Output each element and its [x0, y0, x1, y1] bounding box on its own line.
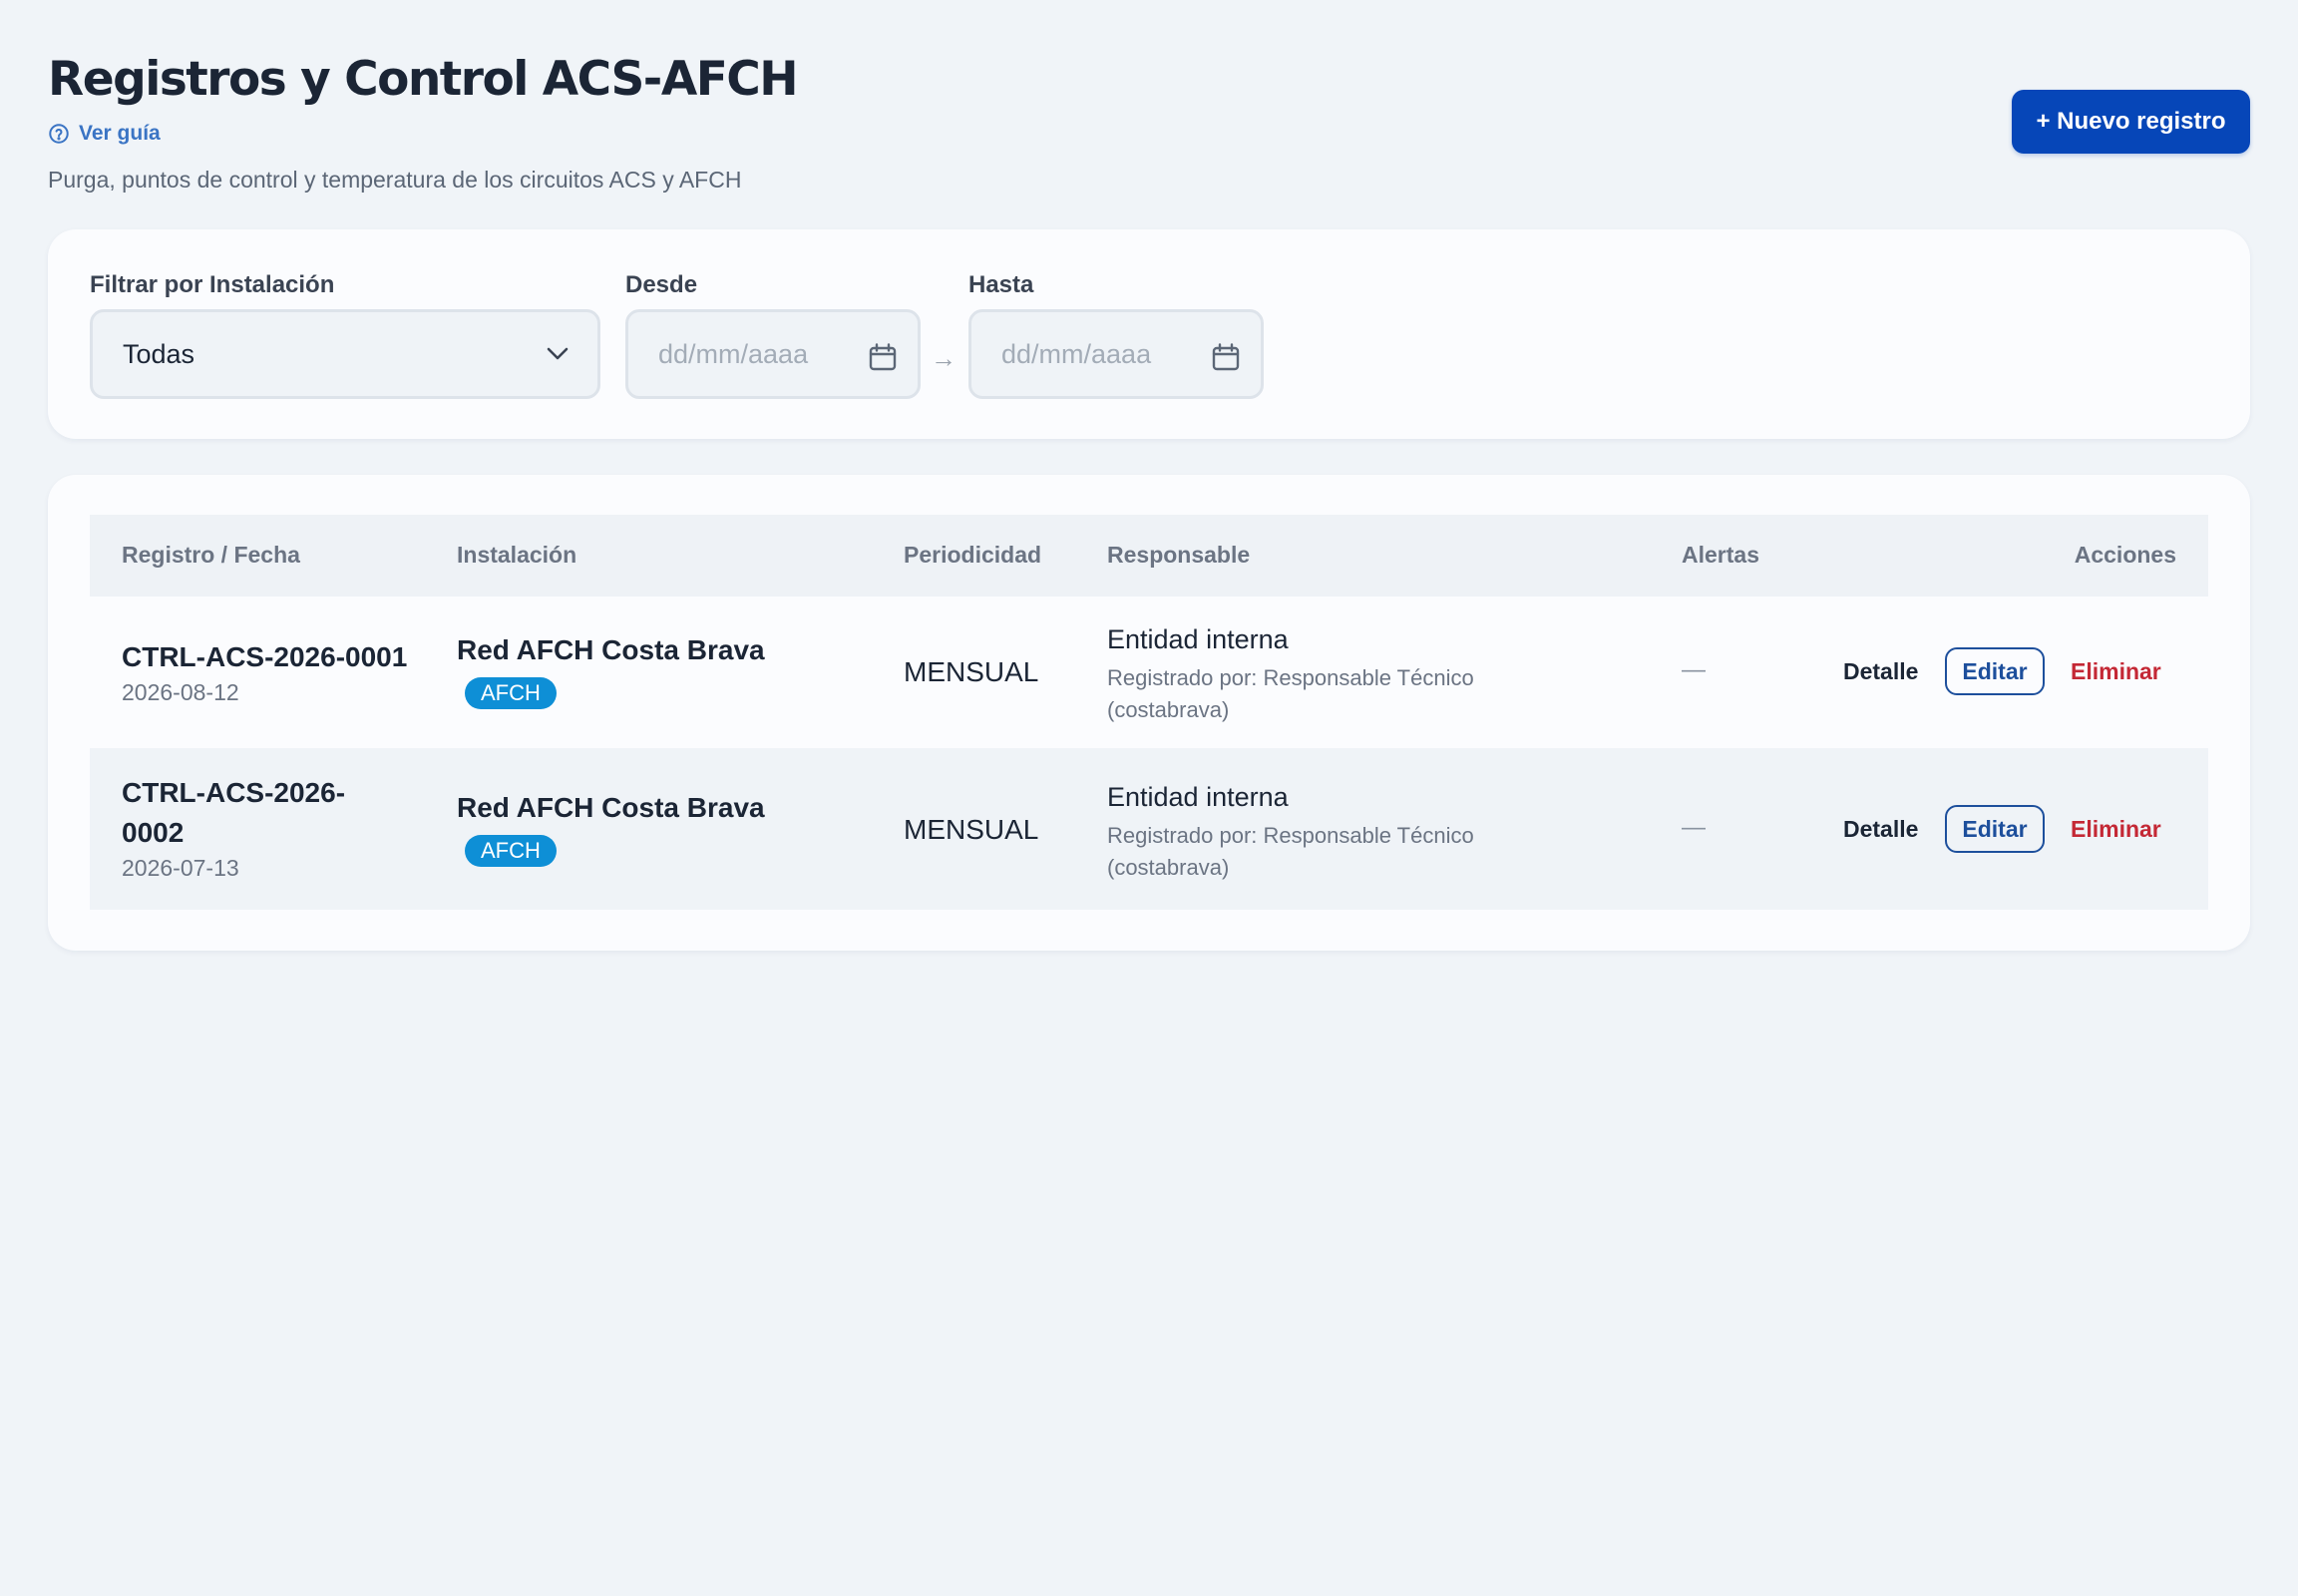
from-date-label: Desde	[625, 271, 698, 298]
calendar-icon[interactable]	[868, 342, 898, 372]
installation-filter-label: Filtrar por Instalación	[90, 271, 335, 298]
alerts-value: —	[1682, 814, 1706, 841]
date-range-arrow: →	[931, 343, 957, 373]
responsible-entity: Entidad interna	[1107, 624, 1289, 654]
registered-by: Registrado por: Responsable Técnico (cos…	[1107, 665, 1474, 722]
periodicity: MENSUAL	[904, 656, 1039, 687]
column-header-responsible: Responsable	[1107, 542, 1251, 568]
circuit-badge: AFCH	[465, 677, 557, 709]
periodicity: MENSUAL	[904, 814, 1039, 845]
responsible-entity: Entidad interna	[1107, 782, 1289, 812]
from-date-placeholder: dd/mm/aaaa	[658, 338, 809, 369]
calendar-icon[interactable]	[1211, 342, 1241, 372]
table-row: CTRL-ACS-2026-0001 2026-08-12 Red AFCH C…	[90, 597, 2208, 748]
page-title: Registros y Control ACS-AFCH	[48, 52, 799, 107]
record-date: 2026-08-12	[122, 679, 239, 705]
detail-button[interactable]: Detalle	[1843, 658, 1918, 685]
column-header-periodicity: Periodicidad	[904, 542, 1042, 568]
record-date: 2026-07-13	[122, 855, 239, 881]
registered-by: Registrado por: Responsable Técnico (cos…	[1107, 823, 1474, 880]
circuit-badge: AFCH	[465, 835, 557, 867]
page-subtitle: Purga, puntos de control y temperatura d…	[48, 167, 742, 193]
help-circle-icon	[49, 124, 69, 144]
edit-button[interactable]: Editar	[1945, 805, 2045, 853]
installation-name: Red AFCH Costa Brava	[457, 792, 765, 823]
guide-link-label: Ver guía	[79, 122, 161, 145]
record-code-line: 0002	[122, 817, 185, 848]
edit-button[interactable]: Editar	[1945, 647, 2045, 695]
column-header-installation: Instalación	[457, 542, 577, 568]
column-header-record: Registro / Fecha	[122, 542, 300, 568]
delete-button[interactable]: Eliminar	[2071, 658, 2161, 685]
installation-name: Red AFCH Costa Brava	[457, 634, 765, 665]
alerts-value: —	[1682, 656, 1706, 683]
record-code-line: CTRL-ACS-2026-0001	[122, 641, 408, 672]
record-code: CTRL-ACS-2026-0001	[122, 637, 407, 677]
chevron-down-icon	[547, 347, 569, 360]
delete-button[interactable]: Eliminar	[2071, 816, 2161, 843]
new-record-button[interactable]: + Nuevo registro	[2012, 90, 2250, 154]
installation-select-value: Todas	[123, 338, 195, 369]
detail-button[interactable]: Detalle	[1843, 816, 1918, 843]
table-header: Registro / Fecha Instalación Periodicida…	[90, 515, 2208, 597]
to-date-input[interactable]: dd/mm/aaaa	[968, 309, 1264, 399]
to-date-label: Hasta	[968, 271, 1034, 298]
column-header-actions: Acciones	[2074, 542, 2176, 568]
installation-select[interactable]: Todas	[90, 309, 600, 399]
guide-link[interactable]: Ver guía	[48, 122, 161, 146]
to-date-placeholder: dd/mm/aaaa	[1001, 338, 1152, 369]
table-row: CTRL-ACS-2026- 0002 2026-07-13 Red AFCH …	[90, 748, 2208, 910]
from-date-input[interactable]: dd/mm/aaaa	[625, 309, 921, 399]
record-code: CTRL-ACS-2026- 0002	[122, 773, 345, 853]
column-header-alerts: Alertas	[1682, 542, 1759, 568]
record-code-line: CTRL-ACS-2026-	[122, 777, 346, 808]
page: Registros y Control ACS-AFCH Ver guía Pu…	[0, 0, 2298, 1596]
